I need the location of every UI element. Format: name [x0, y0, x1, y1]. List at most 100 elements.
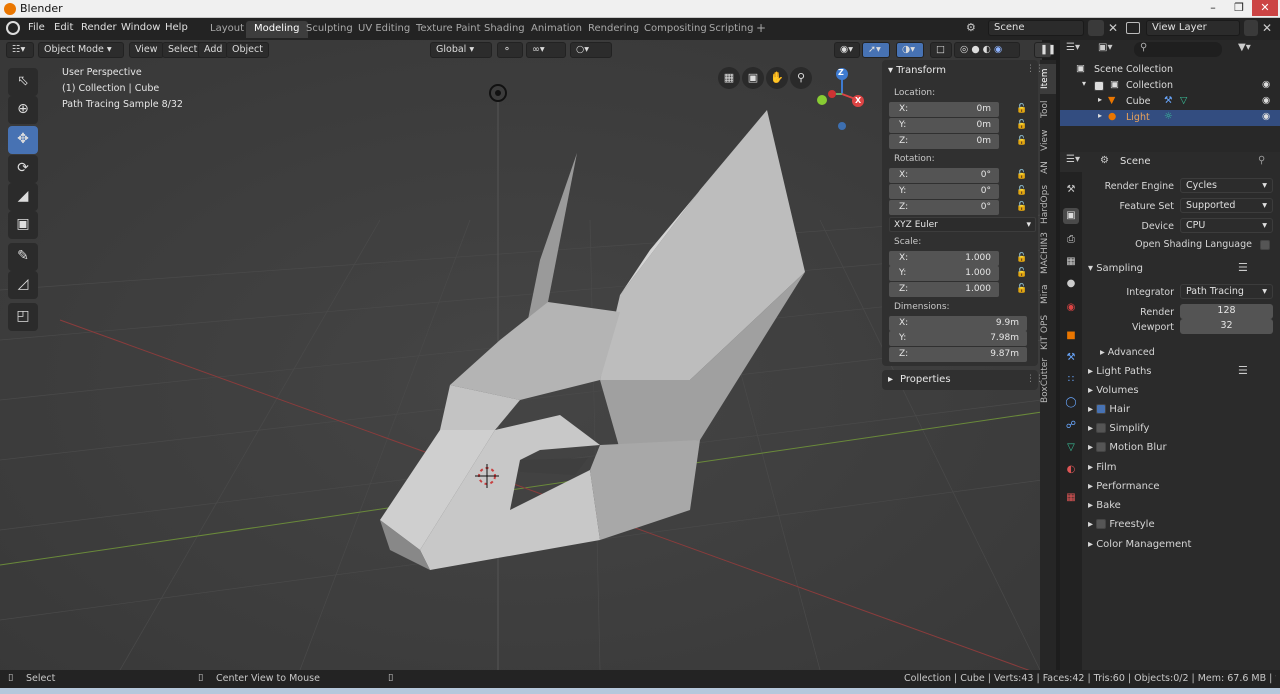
integrator-select[interactable]: Path Tracing ▾ — [1180, 284, 1273, 299]
eye-icon[interactable]: ◉ — [1262, 111, 1270, 122]
lock-icon[interactable]: 🔓 — [1016, 120, 1030, 130]
snap-icon[interactable]: ∞▾ — [526, 42, 566, 58]
performance-section[interactable]: ▸ Performance — [1088, 481, 1160, 492]
expand-icon[interactable]: ▾ — [1082, 79, 1086, 88]
tool-tab-icon[interactable]: ⚒ — [1063, 182, 1079, 198]
scene-tab-icon[interactable]: ● — [1063, 276, 1079, 292]
freestyle-section[interactable]: ▸ Freestyle — [1088, 519, 1155, 530]
boxcutter-tool[interactable]: ◰ — [8, 303, 38, 331]
material-tab-icon[interactable]: ◐ — [1063, 462, 1079, 478]
outliner-editor-icon[interactable]: ☰▾ — [1066, 42, 1092, 58]
tab-machin3[interactable]: MACHIN3 — [1040, 230, 1056, 276]
proportional-edit-icon[interactable]: ○▾ — [570, 42, 612, 58]
rotation-y-field[interactable]: Y: 0° — [889, 184, 999, 199]
select-box-tool[interactable]: ⬁ — [8, 68, 38, 96]
scale-x-field[interactable]: X: 1.000 — [889, 251, 999, 266]
display-mode-icon[interactable]: ▣▾ — [1098, 42, 1120, 58]
lock-icon[interactable]: 🔓 — [1016, 186, 1030, 196]
texture-tab-icon[interactable]: ▦ — [1063, 490, 1079, 506]
location-z-field[interactable]: Z: 0m — [889, 134, 999, 149]
presets-icon[interactable]: ☰ — [1238, 261, 1248, 274]
film-section[interactable]: ▸ Film — [1088, 462, 1117, 473]
lock-icon[interactable]: 🔓 — [1016, 170, 1030, 180]
measure-tool[interactable]: ◿ — [8, 271, 38, 299]
lock-icon[interactable]: 🔓 — [1016, 202, 1030, 212]
minimize-icon[interactable]: – — [1200, 0, 1226, 16]
render-engine-select[interactable]: Cycles ▾ — [1180, 178, 1273, 193]
properties-panel-header[interactable]: ▸ Properties ⋮⋮ — [882, 370, 1044, 390]
menu-edit[interactable]: Edit — [54, 22, 73, 33]
navigation-gizmo[interactable]: Z X — [812, 66, 872, 136]
modifier-tab-icon[interactable]: ⚒ — [1063, 350, 1079, 366]
dimension-z-field[interactable]: Z: 9.87m — [889, 347, 1027, 362]
object-menu[interactable]: Object — [226, 42, 269, 58]
editor-type-button[interactable]: ☷▾ — [6, 42, 34, 58]
orientation-selector[interactable]: Global ▾ — [430, 42, 492, 58]
dimension-x-field[interactable]: X: 9.9m — [889, 316, 1027, 331]
volumes-section[interactable]: ▸ Volumes — [1088, 385, 1139, 396]
close-icon[interactable]: ✕ — [1252, 0, 1278, 16]
menu-file[interactable]: File — [28, 22, 45, 33]
move-tool[interactable]: ✥ — [8, 126, 38, 154]
rendered-shading-icon[interactable]: ◉ — [994, 44, 1002, 55]
overlay-toggle-icon[interactable]: ◑▾ — [896, 42, 924, 58]
expand-icon[interactable]: ▸ — [1098, 111, 1102, 120]
hair-checkbox[interactable] — [1096, 404, 1107, 414]
tab-kit-ops[interactable]: KIT OPS — [1040, 312, 1056, 352]
eye-icon[interactable]: ◉ — [1262, 79, 1270, 90]
xray-icon[interactable]: □ — [930, 42, 952, 58]
bake-section[interactable]: ▸ Bake — [1088, 500, 1121, 511]
exclude-checkbox[interactable] — [1094, 81, 1104, 91]
scale-z-field[interactable]: Z: 1.000 — [889, 282, 999, 297]
tab-boxcutter[interactable]: BoxCutter — [1040, 356, 1056, 404]
outliner-search-input[interactable]: ⚲ — [1134, 42, 1222, 57]
simplify-section[interactable]: ▸ Simplify — [1088, 423, 1149, 434]
cursor-tool[interactable]: ⊕ — [8, 96, 38, 124]
tab-an[interactable]: AN — [1040, 158, 1056, 178]
tab-layout[interactable]: Layout — [202, 21, 252, 38]
view-layer-icon[interactable] — [1126, 22, 1140, 34]
new-view-layer-icon[interactable] — [1244, 20, 1258, 36]
color-management-section[interactable]: ▸ Color Management — [1088, 539, 1191, 550]
presets-icon[interactable]: ☰ — [1238, 364, 1248, 377]
camera-view-icon[interactable]: ▣ — [742, 67, 764, 89]
physics-tab-icon[interactable]: ◯ — [1063, 395, 1079, 411]
data-tab-icon[interactable]: ▽ — [1063, 440, 1079, 456]
new-scene-icon[interactable] — [1088, 20, 1104, 36]
particles-tab-icon[interactable]: ∷ — [1063, 372, 1079, 388]
tab-item[interactable]: Item — [1040, 64, 1056, 94]
advanced-subsection[interactable]: ▸ Advanced — [1100, 347, 1155, 358]
osl-checkbox[interactable] — [1260, 240, 1270, 250]
location-x-field[interactable]: X: 0m — [889, 102, 999, 117]
blender-menu-icon[interactable] — [6, 21, 20, 35]
lock-icon[interactable]: 🔓 — [1016, 136, 1030, 146]
lock-icon[interactable]: 🔓 — [1016, 104, 1030, 114]
tab-hardops[interactable]: HardOps — [1040, 182, 1056, 226]
motion-blur-section[interactable]: ▸ Motion Blur — [1088, 442, 1167, 453]
render-tab-icon[interactable]: ▣ — [1063, 208, 1079, 224]
rotate-tool[interactable]: ⟳ — [8, 155, 38, 183]
simplify-checkbox[interactable] — [1096, 423, 1107, 433]
view-layer-selector[interactable]: View Layer — [1146, 20, 1240, 36]
device-select[interactable]: CPU ▾ — [1180, 218, 1273, 233]
material-shading-icon[interactable]: ◐ — [983, 44, 991, 55]
annotate-tool[interactable]: ✎ — [8, 243, 38, 271]
lock-icon[interactable]: 🔓 — [1016, 253, 1030, 263]
outliner-row-light[interactable]: ▸ ● Light ☼ ◉ — [1060, 110, 1280, 126]
expand-icon[interactable]: ▸ — [1098, 95, 1102, 104]
outliner-row-cube[interactable]: ▸ ▼ Cube ⚒ ▽ ◉ — [1060, 94, 1280, 110]
solid-shading-icon[interactable]: ● — [971, 44, 979, 55]
scene-selector[interactable]: Scene — [988, 20, 1084, 36]
outliner-row-collection[interactable]: ▾ ▣ Collection ◉ — [1060, 78, 1280, 94]
freestyle-checkbox[interactable] — [1096, 519, 1107, 529]
transform-panel-header[interactable]: ▾ Transform — [888, 65, 946, 76]
rotation-x-field[interactable]: X: 0° — [889, 168, 999, 183]
world-tab-icon[interactable]: ◉ — [1063, 300, 1079, 316]
view-layer-tab-icon[interactable]: ▦ — [1063, 254, 1079, 270]
add-menu[interactable]: Add — [198, 42, 229, 58]
hair-section[interactable]: ▸ Hair — [1088, 404, 1130, 415]
feature-set-select[interactable]: Supported ▾ — [1180, 198, 1273, 213]
sampling-section-header[interactable]: ▾ Sampling — [1088, 263, 1143, 274]
constraints-tab-icon[interactable]: ☍ — [1063, 418, 1079, 434]
scale-y-field[interactable]: Y: 1.000 — [889, 266, 999, 281]
